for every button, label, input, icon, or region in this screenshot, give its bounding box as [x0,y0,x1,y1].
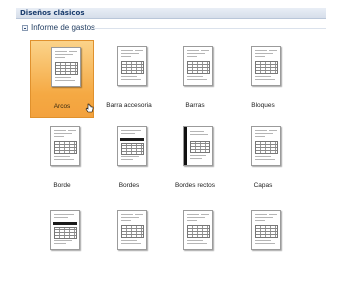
template-thumbnail [251,126,281,166]
template-tile-label: Barras [185,102,205,109]
template-thumbnail [51,47,81,87]
section-header: Diseños clásicos [16,8,326,19]
template-tile[interactable]: Bloques [231,40,295,118]
template-thumbnail [251,210,281,250]
template-tile[interactable] [163,204,227,282]
template-tile[interactable]: Capas [231,120,295,198]
template-tile[interactable] [231,204,295,282]
template-tile-label: Borde [53,182,71,189]
group-divider [94,28,326,29]
template-thumbnail [117,210,147,250]
collapse-icon[interactable] [22,25,28,31]
template-thumbnail [50,126,80,166]
template-tile[interactable]: Barras [163,40,227,118]
template-tile[interactable] [30,204,94,282]
template-tile-label: Capas [253,182,273,189]
template-tile[interactable]: Arcos [30,40,94,118]
template-thumbnail [183,46,213,86]
group-row[interactable]: Informe de gastos [22,22,95,34]
template-tile-label: Bloques [251,102,275,109]
group-label: Informe de gastos [31,23,96,32]
template-thumbnail [50,210,80,250]
template-tile[interactable]: Borde [30,120,94,198]
template-tile[interactable]: Barra accesoria [97,40,161,118]
template-tile[interactable]: Bordes rectos [163,120,227,198]
template-thumbnail [117,126,147,166]
template-tile[interactable]: Bordes [97,120,161,198]
template-thumbnail [117,46,147,86]
template-tile-label: Barra accesoria [106,102,152,109]
template-thumbnail [183,210,213,250]
template-thumbnail [183,126,213,166]
template-tile[interactable] [97,204,161,282]
hand-cursor-icon [85,103,94,113]
template-tile-label: Arcos [53,103,71,110]
template-thumbnail [251,46,281,86]
template-tile-label: Bordes rectos [174,182,216,189]
template-tile-label: Bordes [118,182,140,189]
